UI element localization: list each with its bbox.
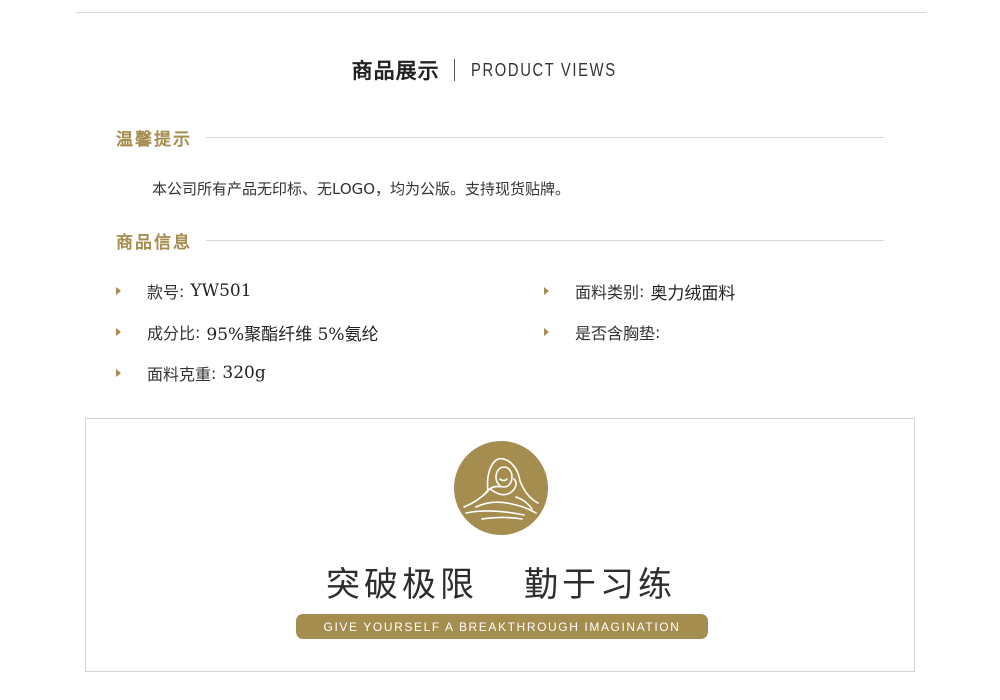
info-value: YW501 xyxy=(190,281,252,301)
notice-heading-rule xyxy=(206,136,884,138)
top-divider xyxy=(76,12,926,13)
notice-text: 本公司所有产品无印标、无LOGO，均为公版。支持现货贴牌。 xyxy=(152,180,571,198)
bullet-arrow-icon xyxy=(544,328,549,336)
title-divider xyxy=(453,59,455,81)
product-info-heading-label: 商品信息 xyxy=(116,232,192,253)
meditation-figure-icon xyxy=(454,441,548,535)
page-title: 商品展示 xyxy=(351,59,440,83)
brand-banner: 突破极限 勤于习练 GIVE YOURSELF A BREAKTHROUGH IM… xyxy=(85,418,915,672)
notice-section-heading: 温馨提示 xyxy=(116,124,884,150)
info-item-composition: 成分比: 95%聚酯纤维 5%氨纶 xyxy=(116,320,379,345)
product-info-section-heading: 商品信息 xyxy=(116,227,884,253)
product-info-heading-rule xyxy=(206,239,884,241)
info-item-style-number: 款号: YW501 xyxy=(116,279,252,303)
info-key: 面料类别 xyxy=(575,283,640,302)
info-key: 成分比 xyxy=(147,324,196,343)
info-key: 面料克重 xyxy=(147,365,212,384)
bullet-arrow-icon xyxy=(116,287,121,295)
bullet-arrow-icon xyxy=(116,328,121,336)
page-header: 商品展示 PRODUCT VIEWS xyxy=(0,52,1000,88)
bullet-arrow-icon xyxy=(544,287,549,295)
page-subtitle: PRODUCT VIEWS xyxy=(470,59,617,80)
notice-heading-label: 温馨提示 xyxy=(116,129,192,150)
tagline-text: GIVE YOURSELF A BREAKTHROUGH IMAGINATION xyxy=(323,619,681,634)
info-item-fabric-type: 面料类别: 奥力绒面料 xyxy=(544,279,736,304)
info-value: 95%聚酯纤维 5%氨纶 xyxy=(206,324,379,345)
info-value: 320g xyxy=(222,363,266,383)
info-key: 款号 xyxy=(147,283,180,302)
tagline-pill: GIVE YOURSELF A BREAKTHROUGH IMAGINATION xyxy=(296,614,708,639)
slogan-part-1: 突破极限 xyxy=(326,565,478,605)
info-key: 是否含胸垫 xyxy=(575,324,656,343)
info-item-chest-pad: 是否含胸垫: xyxy=(544,320,666,344)
info-item-fabric-weight: 面料克重: 320g xyxy=(116,361,266,385)
slogan-part-2: 勤于习练 xyxy=(524,565,676,605)
bullet-arrow-icon xyxy=(116,369,121,377)
slogan: 突破极限 勤于习练 xyxy=(86,557,916,606)
info-value: 奥力绒面料 xyxy=(650,283,736,304)
